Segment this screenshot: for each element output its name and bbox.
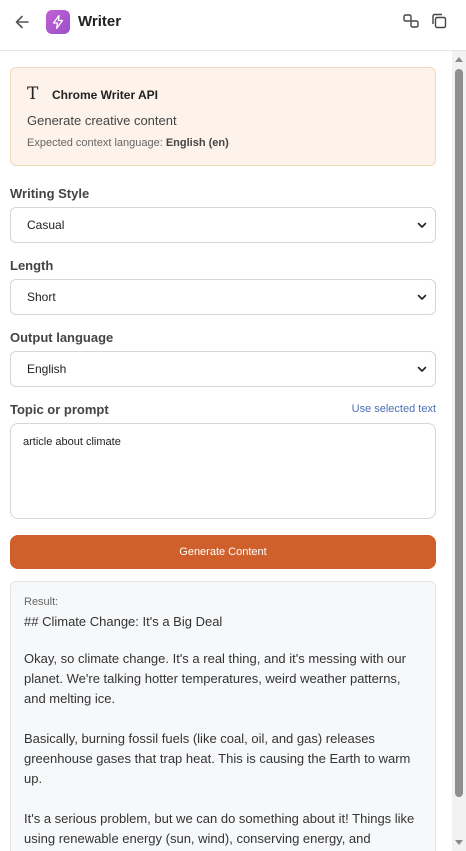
result-paragraph: Okay, so climate change. It's a real thi…	[24, 651, 406, 706]
scrollbar-thumb[interactable]	[455, 69, 463, 797]
app-header: Writer	[0, 0, 466, 51]
context-language-prefix: Expected context language:	[27, 137, 163, 149]
api-info-card: T Chrome Writer API Generate creative co…	[10, 67, 436, 166]
chevron-down-icon	[417, 366, 427, 372]
result-paragraph: It's a serious problem, but we can do so…	[24, 811, 415, 846]
use-selected-text-link[interactable]: Use selected text	[352, 403, 436, 415]
lightning-icon	[46, 10, 70, 34]
api-description: Generate creative content	[27, 113, 177, 128]
output-language-select[interactable]: English	[10, 351, 436, 387]
writing-style-label: Writing Style	[10, 186, 90, 201]
context-language: Expected context language: English (en)	[27, 137, 229, 149]
output-language-label: Output language	[10, 330, 114, 345]
text-type-icon: T	[27, 84, 39, 104]
generate-content-button[interactable]: Generate Content	[10, 535, 436, 569]
back-arrow-icon[interactable]	[12, 12, 32, 32]
topic-input-value: article about climate	[23, 436, 121, 448]
writing-style-select[interactable]: Casual	[10, 207, 436, 243]
chevron-down-icon	[417, 222, 427, 228]
length-label: Length	[10, 258, 54, 273]
chevron-down-icon	[417, 294, 427, 300]
api-name: Chrome Writer API	[52, 88, 159, 102]
copy-icon[interactable]	[430, 12, 448, 30]
scroll-down-icon[interactable]	[455, 840, 463, 845]
result-paragraph: Basically, burning fossil fuels (like co…	[24, 731, 411, 786]
context-language-value: English (en)	[165, 137, 229, 149]
result-heading: ## Climate Change: It's a Big Deal	[24, 614, 223, 629]
output-language-value: English	[27, 362, 67, 376]
topic-input[interactable]: article about climate	[10, 423, 436, 519]
app-title: Writer	[78, 13, 122, 30]
length-select[interactable]: Short	[10, 279, 436, 315]
writing-style-value: Casual	[27, 218, 65, 232]
generate-content-label: Generate Content	[179, 546, 267, 558]
length-value: Short	[27, 290, 56, 304]
content-area[interactable]: T Chrome Writer API Generate creative co…	[0, 51, 452, 851]
scroll-up-icon[interactable]	[455, 57, 463, 62]
result-panel: Result: ## Climate Change: It's a Big De…	[10, 581, 436, 851]
result-label: Result:	[24, 596, 59, 608]
topic-label: Topic or prompt	[10, 402, 109, 417]
vertical-scrollbar[interactable]	[452, 51, 466, 851]
link-icon[interactable]	[402, 12, 420, 30]
